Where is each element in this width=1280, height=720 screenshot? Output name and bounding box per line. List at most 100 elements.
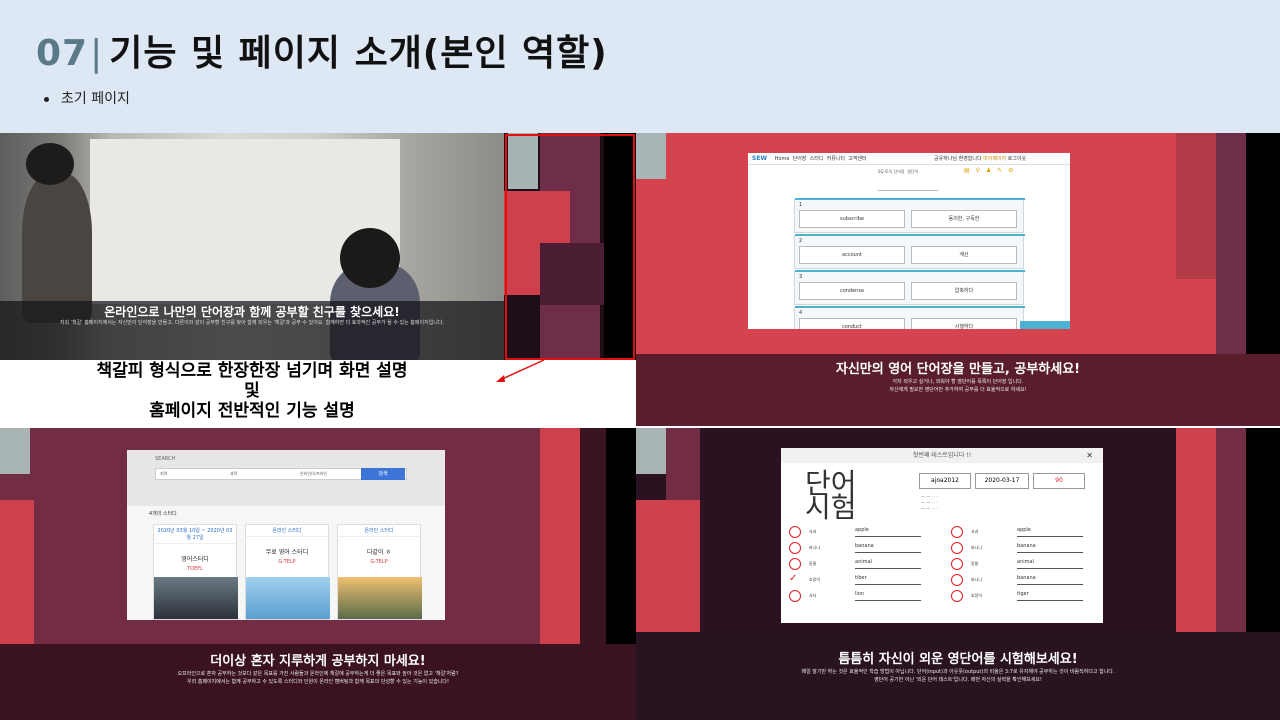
welcome-text: 공유하나님 환영합니다 bbox=[934, 156, 982, 162]
check-circle-icon bbox=[789, 526, 801, 538]
card-image bbox=[154, 577, 238, 619]
arrow-icon bbox=[496, 359, 545, 382]
close-icon[interactable]: ✕ bbox=[1086, 448, 1093, 463]
caption-panel: 더이상 혼자 지루하게 공부하지 마세요! 오프라인으로 혼자 공부하는 것보다… bbox=[0, 644, 636, 720]
bullet-dot-icon bbox=[44, 96, 49, 102]
question-word: 사과 bbox=[971, 529, 979, 534]
caption-subtitle: 저희 '책갈' 홈페이지에서는 자신만의 단어장을 만들고, 다른이와 같이 공… bbox=[59, 320, 445, 326]
card-image bbox=[338, 577, 422, 619]
select-box bbox=[878, 183, 938, 191]
search-area: SEARCH 지역 과목 온라인/오프라인 검색 bbox=[127, 450, 445, 506]
caption-title: 틈틈히 자신이 외운 영단어를 시험해보세요! bbox=[838, 652, 1078, 667]
study-card[interactable]: 온라인 스터디 무료 영어 스터디 G-TELP bbox=[245, 524, 330, 620]
bookmark-tab bbox=[1176, 428, 1216, 632]
study-card[interactable]: 2020년 03월 10일 ~ 2020년 03월 27일 영어스터디 TOEF… bbox=[153, 524, 238, 620]
bookmark-tab bbox=[636, 500, 700, 632]
card-subject: G-TELP bbox=[278, 559, 296, 565]
tab-list: SQ 토익 단어장 영단어 bbox=[878, 169, 918, 175]
answer-row: 사과 apple bbox=[951, 526, 1101, 538]
nav-item: Home bbox=[774, 156, 790, 162]
nav-item: 마이페이지 bbox=[983, 156, 1007, 162]
bookmark-tab bbox=[540, 428, 580, 644]
score-field: 90 bbox=[1033, 473, 1085, 489]
explain-line: 책갈피 형식으로 한장한장 넘기며 화면 설명 bbox=[96, 361, 408, 381]
tab-item: 영단어 bbox=[907, 169, 919, 174]
dialog-header: 첫번째 테스트입니다 !! ✕ bbox=[781, 448, 1103, 463]
question-word: 바나나 bbox=[971, 577, 983, 582]
word-cell: subscribe bbox=[799, 210, 905, 228]
slide-header: 07| 기능 및 페이지 소개(본인 역할) 초기 페이지 bbox=[0, 0, 1280, 133]
answer-row: 동물 animal bbox=[789, 558, 939, 570]
stat-line: — — · · · bbox=[921, 494, 938, 499]
bullet-text: 초기 페이지 bbox=[61, 91, 130, 107]
answer-input[interactable]: lion bbox=[855, 591, 921, 601]
study-screenshot: SEARCH 지역 과목 온라인/오프라인 검색 4개의 스터디 2020년 0… bbox=[127, 450, 445, 620]
answer-input[interactable]: banana bbox=[1017, 575, 1083, 585]
slide-intro: 온라인으로 나만의 단어장과 함께 공부할 친구를 찾으세요! 저희 '책갈' … bbox=[0, 133, 636, 426]
bookmark-tab bbox=[1176, 133, 1216, 279]
answer-input[interactable]: tiber bbox=[855, 575, 921, 585]
search-button[interactable]: 검색 bbox=[361, 468, 405, 480]
check-circle-icon bbox=[951, 558, 963, 570]
answer-input[interactable]: banana bbox=[1017, 543, 1083, 553]
question-word: 사자 bbox=[809, 593, 817, 598]
word-row: 4 conduct 시행하다 bbox=[794, 306, 1025, 329]
caption-subtitle: 영단어 공기만 아닌 '외운 단어 테스트'입니다. 매번 자신의 실력을 확인… bbox=[874, 677, 1042, 683]
bookmark-tab bbox=[636, 133, 666, 179]
card-header: 온라인 스터디 bbox=[246, 525, 328, 537]
word-row: 2 account 계산 bbox=[794, 234, 1025, 269]
toolbar-icons: ▤ ⚲ ♟ ✎ ⚙ bbox=[964, 167, 1016, 174]
answer-input[interactable]: apple bbox=[1017, 527, 1083, 537]
user-id-field: ajoa2012 bbox=[919, 473, 971, 489]
footer-bar bbox=[1020, 321, 1070, 329]
card-title: 다같이 ㅎ bbox=[367, 549, 391, 556]
word-cell: account bbox=[799, 246, 905, 264]
card-title: 무료 영어 스터디 bbox=[265, 549, 309, 556]
question-word: 바나나 bbox=[971, 545, 983, 550]
card-subject: G-TELP bbox=[370, 559, 388, 565]
answer-input[interactable]: tiger bbox=[1017, 591, 1083, 601]
page-title: 07| 기능 및 페이지 소개(본인 역할) bbox=[36, 24, 608, 76]
study-card[interactable]: 온라인 스터디 다같이 ㅎ G-TELP bbox=[337, 524, 422, 620]
meaning-cell: 계산 bbox=[911, 246, 1017, 264]
slide-vocabulary: SEW Home 단어장 스터디 커뮤니티 고객센터 공유하나님 환영합니다 마… bbox=[636, 133, 1280, 426]
check-circle-icon bbox=[951, 542, 963, 554]
test-heading: 단어 시험 bbox=[805, 470, 857, 524]
slide-test: 첫번째 테스트입니다 !! ✕ 단어 시험 ajoa2012 2020-03-17 … bbox=[636, 428, 1280, 720]
answer-row: 바나나 banana bbox=[951, 574, 1101, 586]
explain-line: 홈페이지 전반적인 기능 설명 bbox=[149, 401, 355, 421]
question-word: 동물 bbox=[971, 561, 979, 566]
title-separator: | bbox=[90, 33, 104, 74]
bookmark-tab bbox=[1216, 133, 1246, 354]
date-field: 2020-03-17 bbox=[975, 473, 1029, 489]
meaning-cell: 동의한, 구독한 bbox=[911, 210, 1017, 228]
question-word: 호랑이 bbox=[971, 593, 983, 598]
caption-subtitle: 매일 잘기만 하는 것은 효율적인 학습 방법이 아닙니다. 단어(input)… bbox=[801, 669, 1115, 675]
caption-title: 더이상 혼자 지루하게 공부하지 마세요! bbox=[210, 654, 426, 669]
answer-row: 동물 animal bbox=[951, 558, 1101, 570]
nav-item: 로그아웃 bbox=[1007, 156, 1027, 162]
dialog-title: 첫번째 테스트입니다 !! bbox=[912, 452, 972, 459]
row-accent bbox=[795, 198, 1025, 200]
heading-line: 시험 bbox=[805, 491, 857, 524]
answer-input[interactable]: animal bbox=[855, 559, 921, 569]
caption-subtitle: 오프라인으로 혼자 공부하는 것보다 같은 목표를 가진 사람들과 온라인에 책… bbox=[177, 671, 459, 677]
check-circle-icon bbox=[789, 558, 801, 570]
answer-input[interactable]: animal bbox=[1017, 559, 1083, 569]
bookmark-tab bbox=[0, 500, 34, 650]
meaning-cell: 압축하다 bbox=[911, 282, 1017, 300]
row-number: 2 bbox=[799, 238, 803, 244]
study-count: 4개의 스터디 bbox=[149, 511, 177, 517]
nav-right: 공유하나님 환영합니다 마이페이지 로그아웃 bbox=[934, 155, 1026, 162]
logo: SEW bbox=[752, 155, 768, 162]
row-accent bbox=[795, 306, 1025, 308]
row-number: 4 bbox=[799, 310, 803, 316]
caption-title: 온라인으로 나만의 단어장과 함께 공부할 친구를 찾으세요! bbox=[104, 305, 400, 319]
card-image bbox=[246, 577, 330, 619]
answer-input[interactable]: banana bbox=[855, 543, 921, 553]
question-word: 바나나 bbox=[809, 545, 821, 550]
caption-panel: 자신만의 영어 단어장을 만들고, 공부하세요! 각자 외우고 싶거나, 외워야… bbox=[636, 354, 1280, 426]
row-accent bbox=[795, 234, 1025, 236]
caption-subtitle: 자신에게 필요한 영단어만 추가하여 공부를 더 효율적으로 하세요! bbox=[889, 387, 1027, 393]
answer-input[interactable]: apple bbox=[855, 527, 921, 537]
